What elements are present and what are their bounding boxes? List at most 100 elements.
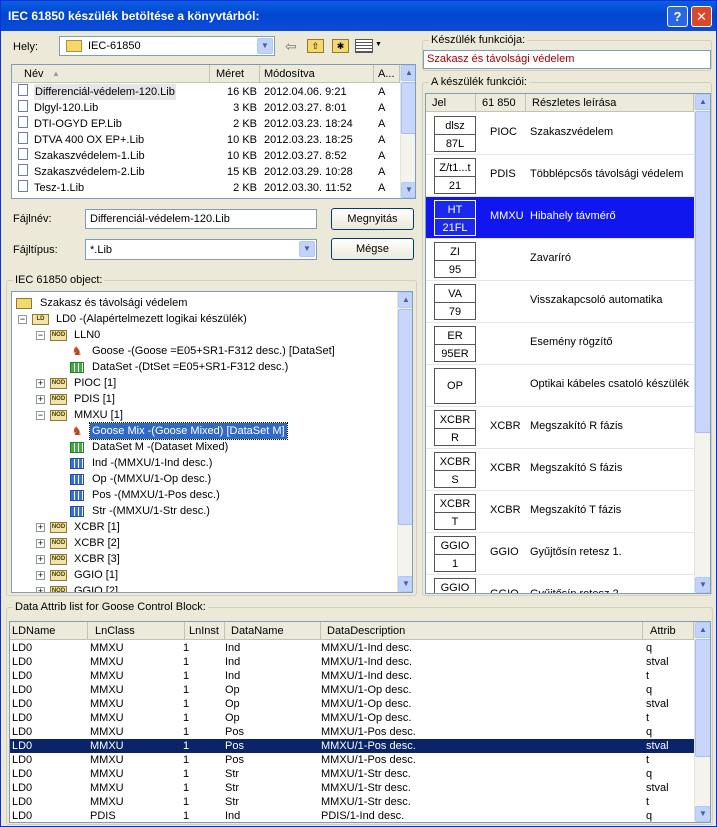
file-row[interactable]: DTVA 400 OX EP+.Lib 10 KB 2012.03.23. 18:2… — [12, 132, 400, 148]
iec-object-tree[interactable]: Szakasz és távolsági védelem − LD LD0 -(Ala… — [11, 291, 413, 593]
cancel-button[interactable]: Mégse — [331, 238, 414, 260]
function-row[interactable]: GGIO 1 GGIO Gyűjtősín retesz 1. — [426, 533, 694, 575]
view-menu-chevron-icon[interactable]: ▼ — [375, 41, 382, 48]
data-attrib-row[interactable]: LD0 MMXU 1 Op MMXU/1-Op desc. t — [10, 711, 694, 725]
filename-input[interactable]: Differenciál-védelem-120.Lib — [85, 209, 317, 229]
location-combo[interactable]: IEC-61850 ▼ — [59, 36, 275, 56]
scroll-down-icon[interactable]: ▼ — [401, 182, 415, 198]
filetype-combo[interactable]: *.Lib ▼ — [85, 239, 317, 260]
tree-node[interactable]: Pos -(MMXU/1-Pos desc.) — [12, 487, 396, 503]
tree-node[interactable]: Op -(MMXU/1-Op desc.) — [12, 471, 396, 487]
tree-node[interactable]: Str -(MMXU/1-Str desc.) — [12, 503, 396, 519]
tree-node[interactable]: DataSet M -(Dataset Mixed) — [12, 439, 396, 455]
function-row[interactable]: HT 21FL MMXU Hibahely távmérő — [426, 197, 694, 239]
tree-node[interactable]: DataSet -(DtSet =E05+SR1-F312 desc.) — [12, 359, 396, 375]
function-row[interactable]: XCBR T XCBR Megszakító T fázis — [426, 491, 694, 533]
function-row[interactable]: dlsz 87L PIOC Szakaszvédelem — [426, 113, 694, 155]
open-button[interactable]: Megnyitás — [331, 208, 414, 230]
file-row[interactable]: Differenciál-védelem-120.Lib 16 KB 2012.04… — [12, 84, 400, 100]
tree-node[interactable]: + NOD PDIS [1] — [12, 391, 396, 407]
title-bar[interactable]: IEC 61850 készülék betöltése a könyvtárb… — [1, 1, 716, 31]
function-row[interactable]: Z/t1...t 21 PDIS Többlépcsős távolsági véde… — [426, 155, 694, 197]
scroll-thumb[interactable] — [695, 111, 710, 433]
file-list[interactable]: Név ▲ Méret Módosítva A... Differenciál-v… — [11, 64, 416, 199]
data-attrib-list[interactable]: LDName LnClass LnInst DataName DataDescr… — [9, 621, 711, 823]
col-description[interactable]: Részletes leírása — [526, 94, 694, 112]
tree-node[interactable]: Szakasz és távolsági védelem — [12, 295, 396, 311]
view-menu-icon[interactable] — [355, 39, 373, 53]
scroll-thumb[interactable] — [401, 82, 415, 134]
tree-node[interactable]: Ind -(MMXU/1-Ind desc.) — [12, 455, 396, 471]
device-function-field[interactable]: Szakasz és távolsági védelem — [423, 50, 711, 69]
tree-node[interactable]: ♞ Goose -(Goose =E05+SR1-F312 desc.) [Dat… — [12, 343, 396, 359]
tree-scrollbar[interactable]: ▲ ▼ — [397, 292, 412, 592]
tree-node[interactable]: + NOD GGIO [1] — [12, 567, 396, 583]
scroll-thumb[interactable] — [398, 309, 412, 525]
col-size[interactable]: Méret — [210, 65, 260, 83]
data-attrib-row[interactable]: LD0 MMXU 1 Ind MMXU/1-Ind desc. q — [10, 641, 694, 655]
scroll-thumb[interactable] — [695, 639, 710, 757]
scroll-up-icon[interactable]: ▲ — [398, 292, 412, 308]
scroll-down-icon[interactable]: ▼ — [695, 577, 710, 593]
expand-icon[interactable]: + — [36, 395, 45, 404]
data-attrib-row[interactable]: LD0 MMXU 1 Str MMXU/1-Str desc. stval — [10, 781, 694, 795]
tree-node[interactable]: + NOD XCBR [2] — [12, 535, 396, 551]
col-datadescription[interactable]: DataDescription — [321, 622, 643, 640]
tree-node[interactable]: − NOD LLN0 — [12, 327, 396, 343]
up-folder-icon[interactable]: ⇧ — [307, 39, 324, 53]
col-modified[interactable]: Módosítva — [260, 65, 374, 83]
data-attrib-row[interactable]: LD0 MMXU 1 Op MMXU/1-Op desc. q — [10, 683, 694, 697]
function-row[interactable]: XCBR R XCBR Megszakító R fázis — [426, 407, 694, 449]
back-arrow-icon[interactable]: ⇦ — [285, 38, 297, 55]
expand-icon[interactable]: + — [36, 587, 45, 592]
file-row[interactable]: Tesz-1.Lib 2 KB 2012.03.30. 11:52 A — [12, 180, 400, 196]
scroll-down-icon[interactable]: ▼ — [695, 806, 710, 822]
file-row[interactable]: Szakaszvédelem-1.Lib 10 KB 2012.03.27. 8:5… — [12, 148, 400, 164]
chevron-down-icon[interactable]: ▼ — [257, 38, 273, 54]
function-row[interactable]: ER 95ER Esemény rögzítő — [426, 323, 694, 365]
file-row[interactable]: DTI-OGYD EP.Lib 2 KB 2012.03.23. 18:24 A — [12, 116, 400, 132]
functions-scrollbar[interactable]: ▲ ▼ — [694, 94, 710, 593]
col-attrib[interactable]: Attrib — [643, 622, 694, 640]
collapse-icon[interactable]: − — [36, 411, 45, 420]
col-lninst[interactable]: LnInst — [185, 622, 225, 640]
data-attrib-row[interactable]: LD0 MMXU 1 Str MMXU/1-Str desc. q — [10, 767, 694, 781]
tree-node[interactable]: − LD LD0 -(Alapértelmezett logikai készülé… — [12, 311, 396, 327]
col-name[interactable]: Név ▲ — [12, 65, 210, 83]
tree-node[interactable]: ♞ Goose Mix -(Goose Mixed) [DataSet M] — [12, 422, 396, 440]
data-attrib-row[interactable]: LD0 MMXU 1 Pos MMXU/1-Pos desc. t — [10, 753, 694, 767]
data-attrib-row[interactable]: LD0 MMXU 1 Ind MMXU/1-Ind desc. t — [10, 669, 694, 683]
function-row[interactable]: GGIO2GGIOGyűjtősín retesz 2. — [426, 575, 694, 593]
function-row[interactable]: OP Optikai kábeles csatoló készülék — [426, 365, 694, 407]
data-attrib-row[interactable]: LD0 MMXU 1 Pos MMXU/1-Pos desc. stval — [10, 739, 694, 753]
col-lnclass[interactable]: LnClass — [88, 622, 185, 640]
tree-node[interactable]: − NOD MMXU [1] — [12, 407, 396, 423]
expand-icon[interactable]: + — [36, 379, 45, 388]
col-jel[interactable]: Jel — [426, 94, 476, 112]
data-attrib-row[interactable]: LD0 PDIS 1 Ind PDIS/1-Ind desc. q — [10, 809, 694, 822]
function-row[interactable]: VA 79 Visszakapcsoló automatika — [426, 281, 694, 323]
col-61850[interactable]: 61 850 — [476, 94, 526, 112]
file-list-scrollbar[interactable]: ▲ ▼ — [400, 65, 415, 198]
file-row[interactable]: Dlgyl-120.Lib 3 KB 2012.03.27. 8:01 A — [12, 100, 400, 116]
collapse-icon[interactable]: − — [18, 315, 27, 324]
scroll-up-icon[interactable]: ▲ — [401, 65, 415, 81]
close-button[interactable]: ✕ — [691, 6, 712, 27]
functions-list[interactable]: Jel 61 850 Részletes leírása dlsz 87L PIOC… — [425, 93, 711, 594]
col-attr[interactable]: A... — [374, 65, 400, 83]
expand-icon[interactable]: + — [36, 523, 45, 532]
expand-icon[interactable]: + — [36, 555, 45, 564]
function-row[interactable]: ZI 95 Zavaríró — [426, 239, 694, 281]
new-folder-icon[interactable]: ✱ — [332, 39, 349, 53]
tree-node[interactable]: + NOD PIOC [1] — [12, 375, 396, 391]
file-row[interactable]: Szakaszvédelem-2.Lib 15 KB 2012.03.29. 10:… — [12, 164, 400, 180]
data-attrib-scrollbar[interactable]: ▲ ▼ — [694, 622, 710, 822]
data-attrib-row[interactable]: LD0 MMXU 1 Op MMXU/1-Op desc. stval — [10, 697, 694, 711]
scroll-down-icon[interactable]: ▼ — [398, 576, 412, 592]
expand-icon[interactable]: + — [36, 539, 45, 548]
function-row[interactable]: XCBR S XCBR Megszakító S fázis — [426, 449, 694, 491]
scroll-up-icon[interactable]: ▲ — [695, 94, 710, 110]
tree-node[interactable]: + NOD XCBR [3] — [12, 551, 396, 567]
data-attrib-row[interactable]: LD0 MMXU 1 Str MMXU/1-Str desc. t — [10, 795, 694, 809]
expand-icon[interactable]: + — [36, 571, 45, 580]
